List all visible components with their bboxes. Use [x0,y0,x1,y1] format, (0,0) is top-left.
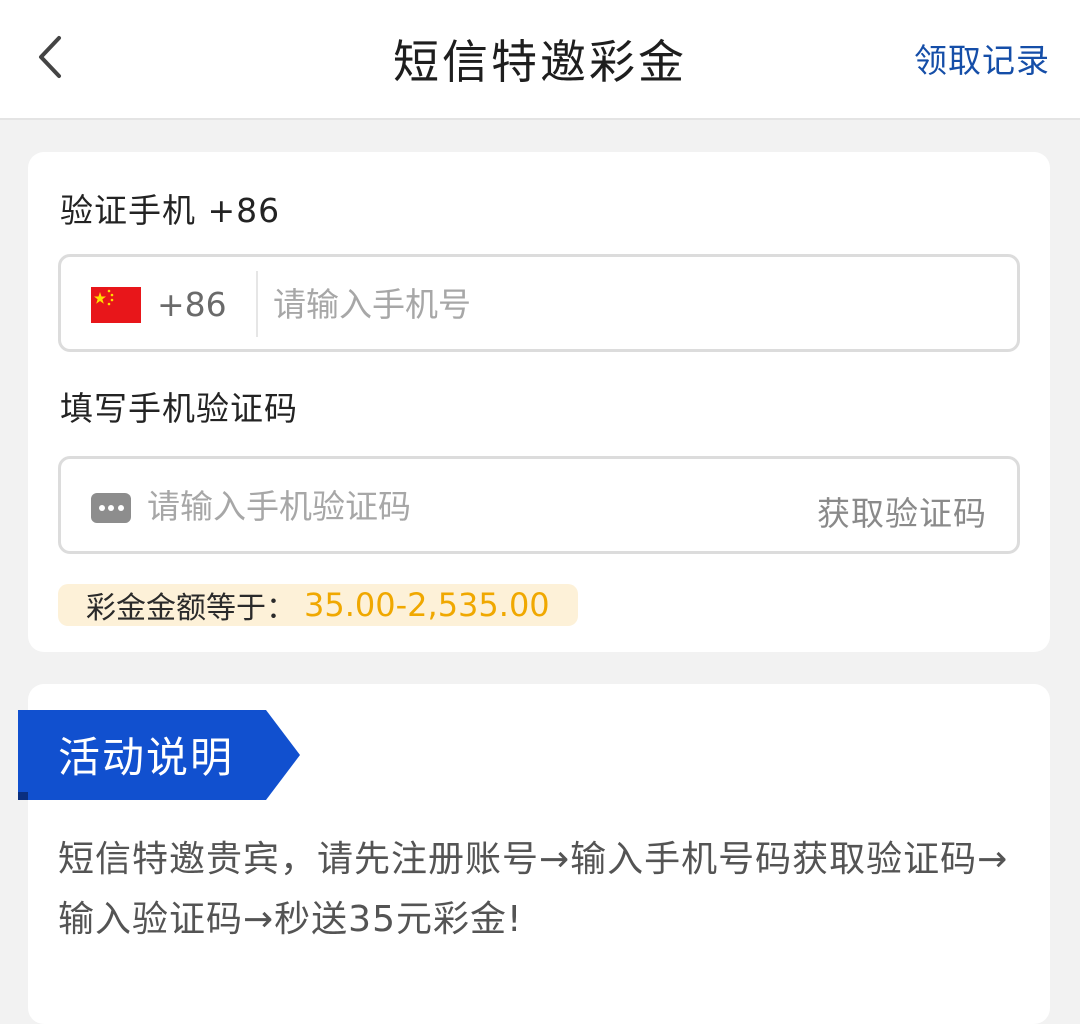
activity-card: 活动说明 短信特邀贵宾，请先注册账号→输入手机号码获取验证码→输入验证码→秒送3… [18,684,1050,1024]
sms-code-label: 填写手机验证码 [60,389,298,428]
china-flag-icon[interactable] [91,287,141,323]
activity-description: 短信特邀贵宾，请先注册账号→输入手机号码获取验证码→输入验证码→秒送35元彩金! [58,839,1009,940]
sms-icon [91,493,131,523]
bonus-amount-value: 35.00-2,535.00 [304,586,550,624]
badge-fold [18,792,28,800]
bonus-amount-label: 彩金金额等于： [86,591,296,626]
verification-form-card: 验证手机 +86 +86 填写手机验证码 获取验证码 彩金金额等于： 35.00… [28,152,1050,652]
activity-badge-title: 活动说明 [58,733,235,782]
phone-input-group: +86 [58,254,1020,352]
input-divider [256,271,258,337]
bonus-amount-banner: 彩金金额等于： 35.00-2,535.00 [58,584,578,626]
sms-code-input-group: 获取验证码 [58,456,1020,554]
app-header: 短信特邀彩金 领取记录 [0,0,1080,120]
country-code-selector[interactable]: +86 [157,285,227,324]
get-code-button[interactable]: 获取验证码 [817,487,987,535]
sms-code-input[interactable] [147,473,767,539]
phone-verify-label: 验证手机 +86 [60,191,281,230]
phone-input[interactable] [273,271,993,337]
claim-record-link[interactable]: 领取记录 [914,34,1050,82]
